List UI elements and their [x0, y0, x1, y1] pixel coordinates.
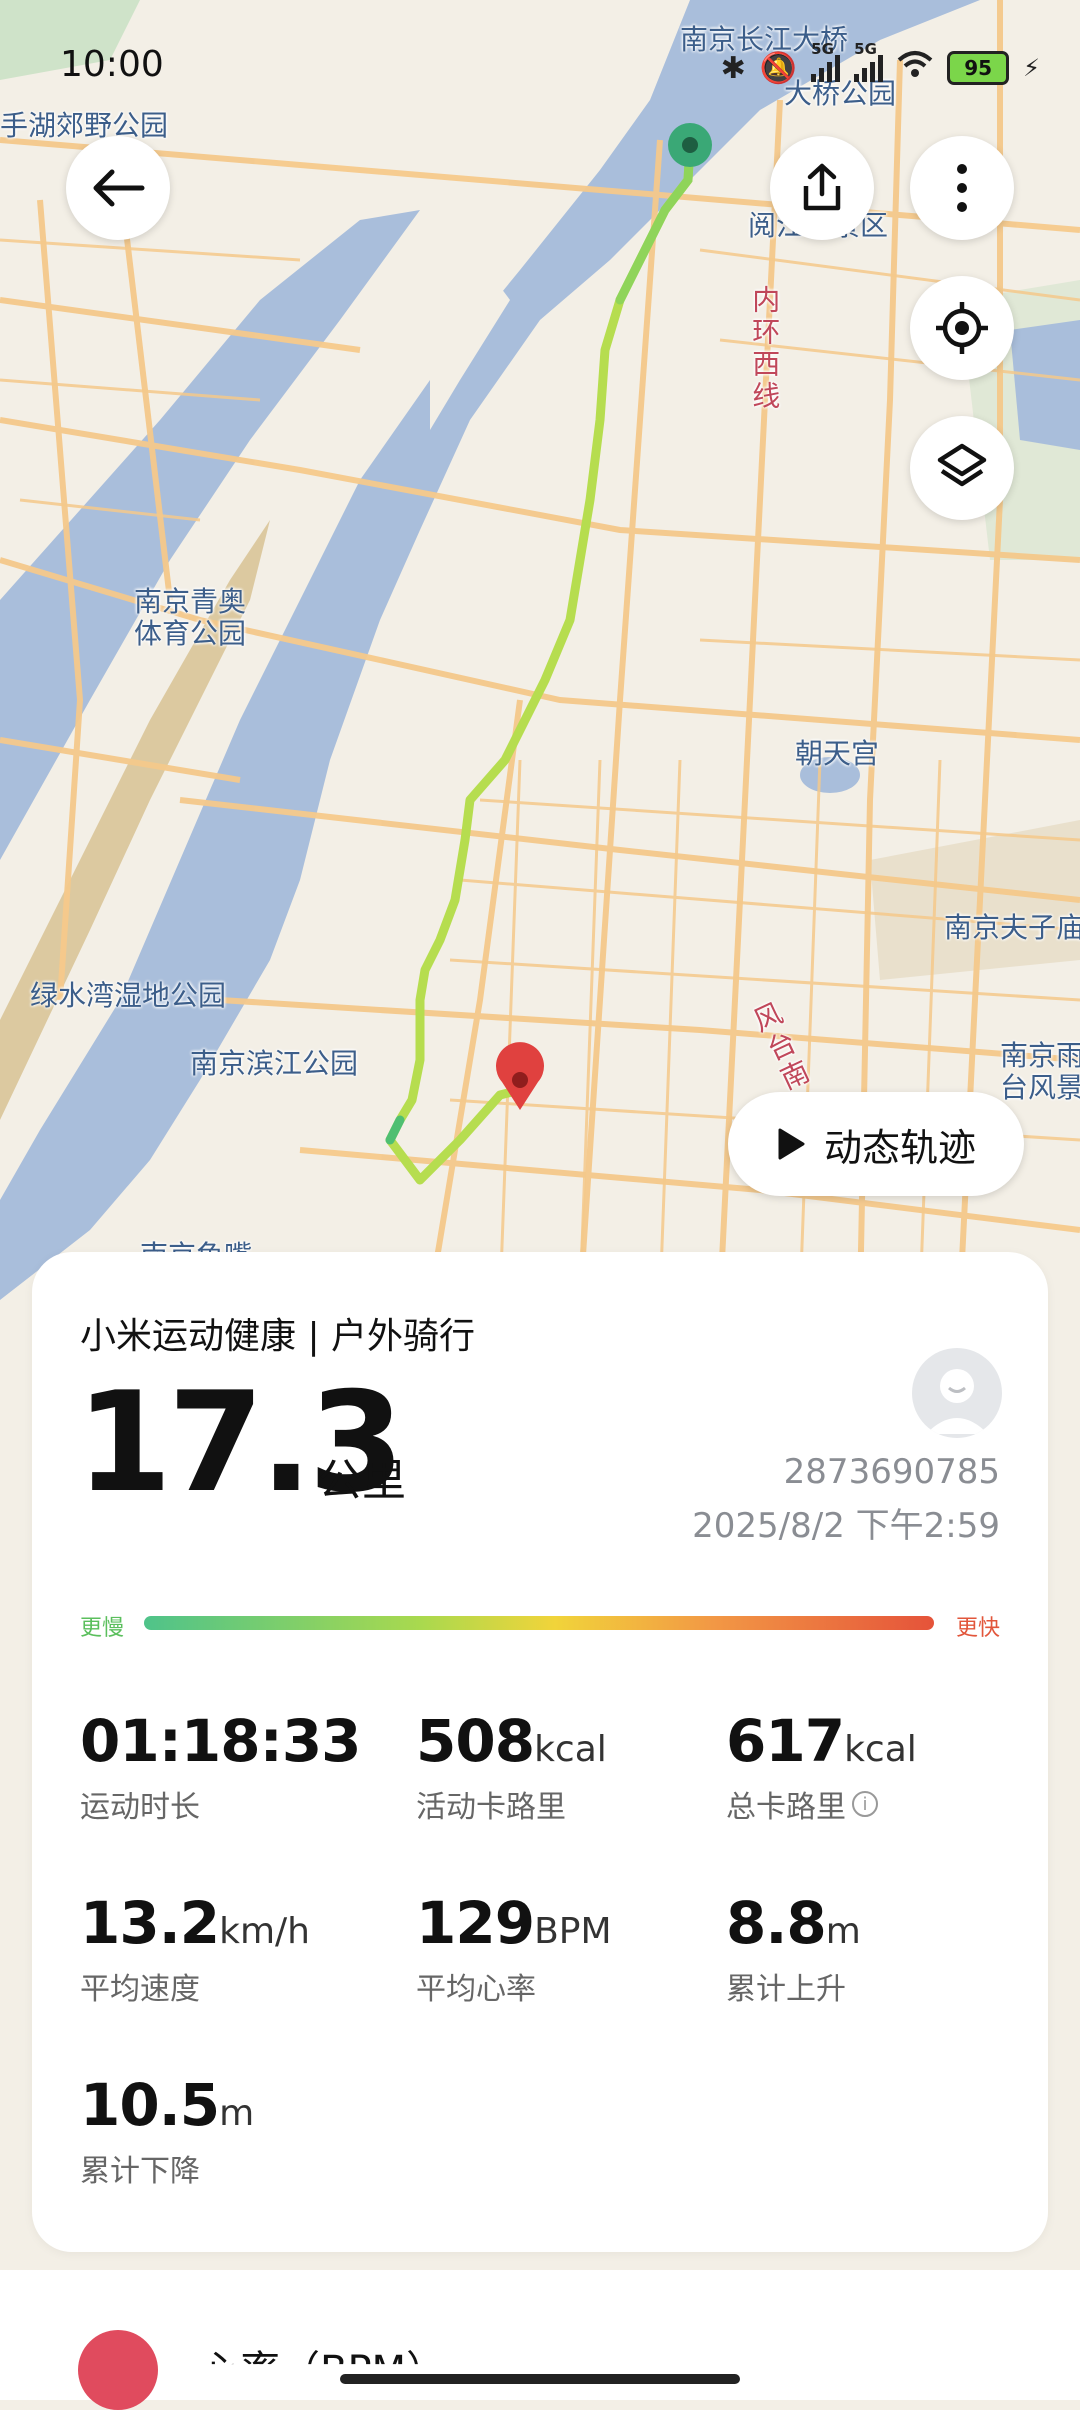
signal-icon-2: 5G: [854, 40, 884, 82]
stat-duration: 01:18:33 运动时长: [80, 1712, 362, 1826]
crosshair-icon: [936, 302, 988, 354]
arrow-left-icon: [93, 169, 145, 207]
stat-label: 平均心率: [416, 1972, 536, 2007]
map-label-yuhua: 南京雨 台风景: [1000, 1039, 1080, 1105]
map-label-youth-park: 南京青奥 体育公园: [134, 585, 247, 651]
user-avatar-icon: [926, 1369, 988, 1434]
more-button[interactable]: [910, 136, 1014, 240]
avatar[interactable]: [912, 1348, 1002, 1438]
stat-unit: kcal: [844, 1729, 917, 1770]
stat-value: 10.5: [80, 2071, 220, 2139]
locate-button[interactable]: [910, 276, 1014, 380]
workout-summary-card: 小米运动健康 | 户外骑行 17.3 公里 2873690785 2025/8/…: [32, 1252, 1048, 2252]
signal-icon-1: 5G: [811, 40, 841, 82]
info-icon[interactable]: i: [852, 1791, 878, 1817]
stat-value: 8.8: [726, 1889, 827, 1957]
share-icon: [803, 163, 841, 211]
workout-datetime: 2025/8/2 下午2:59: [692, 1506, 1000, 1546]
layers-button[interactable]: [910, 416, 1014, 520]
home-indicator[interactable]: [340, 2374, 740, 2384]
stat-avg-speed: 13.2km/h 平均速度: [80, 1894, 310, 2008]
stat-active-calories: 508kcal 活动卡路里: [416, 1712, 607, 1826]
speed-legend-slow: 更慢: [80, 1616, 125, 1641]
stat-unit: kcal: [534, 1729, 607, 1770]
stat-avg-heart-rate: 129BPM 平均心率: [416, 1894, 612, 2008]
mute-icon: 🔕: [759, 50, 798, 86]
map-label-chaotian: 朝天宫: [795, 737, 880, 770]
map-label-ring-road: 内环西线: [748, 285, 782, 413]
back-button[interactable]: [66, 136, 170, 240]
charging-icon: ⚡: [1023, 54, 1040, 82]
bluetooth-icon: ✱: [720, 50, 746, 86]
speed-gradient-bar: [144, 1616, 934, 1630]
stat-label: 累计上升: [726, 1972, 846, 2007]
stat-label: 总卡路里: [726, 1790, 846, 1825]
stat-total-calories: 617kcal 总卡路里 i: [726, 1712, 917, 1826]
stat-unit: m: [825, 1911, 861, 1952]
status-bar: 10:00 ✱ 🔕 5G 5G 95 ⚡: [0, 0, 1080, 130]
stat-elevation-loss: 10.5m 累计下降: [80, 2076, 254, 2190]
stat-value: 508: [416, 1707, 535, 1775]
stat-unit: m: [219, 2093, 255, 2134]
status-icons: ✱ 🔕 5G 5G 95 ⚡: [720, 40, 1040, 86]
stat-unit: km/h: [219, 1911, 310, 1952]
map-label-wetland: 绿水湾湿地公园: [30, 979, 227, 1012]
stat-label: 平均速度: [80, 1972, 200, 2007]
stat-label: 活动卡路里: [416, 1790, 566, 1825]
map-label-fuzimiao: 南京夫子庙: [944, 911, 1080, 944]
layers-icon: [937, 443, 987, 487]
wifi-icon: [897, 50, 933, 86]
stat-value: 01:18:33: [80, 1707, 362, 1775]
dynamic-track-label: 动态轨迹: [823, 1125, 976, 1170]
stat-unit: BPM: [534, 1911, 612, 1952]
stat-label: 累计下降: [80, 2154, 200, 2189]
stat-value: 13.2: [80, 1889, 220, 1957]
stat-elevation-gain: 8.8m 累计上升: [726, 1894, 861, 2008]
play-icon: [778, 1128, 805, 1160]
share-button[interactable]: [770, 136, 874, 240]
stat-value: 617: [726, 1707, 845, 1775]
distance-unit: 公里: [318, 1455, 406, 1506]
stat-value: 129: [416, 1889, 535, 1957]
battery-indicator: 95: [947, 51, 1010, 85]
status-time: 10:00: [60, 44, 164, 85]
more-vertical-icon: [957, 164, 967, 212]
dynamic-track-button[interactable]: 动态轨迹: [728, 1092, 1024, 1196]
user-id: 2873690785: [783, 1452, 1000, 1492]
map-label-binjiang: 南京滨江公园: [190, 1047, 359, 1080]
speed-legend-fast: 更快: [955, 1616, 1000, 1641]
card-title: 小米运动健康 | 户外骑行: [80, 1316, 476, 1357]
heart-rate-icon: [78, 2330, 158, 2410]
stat-label: 运动时长: [80, 1790, 200, 1825]
